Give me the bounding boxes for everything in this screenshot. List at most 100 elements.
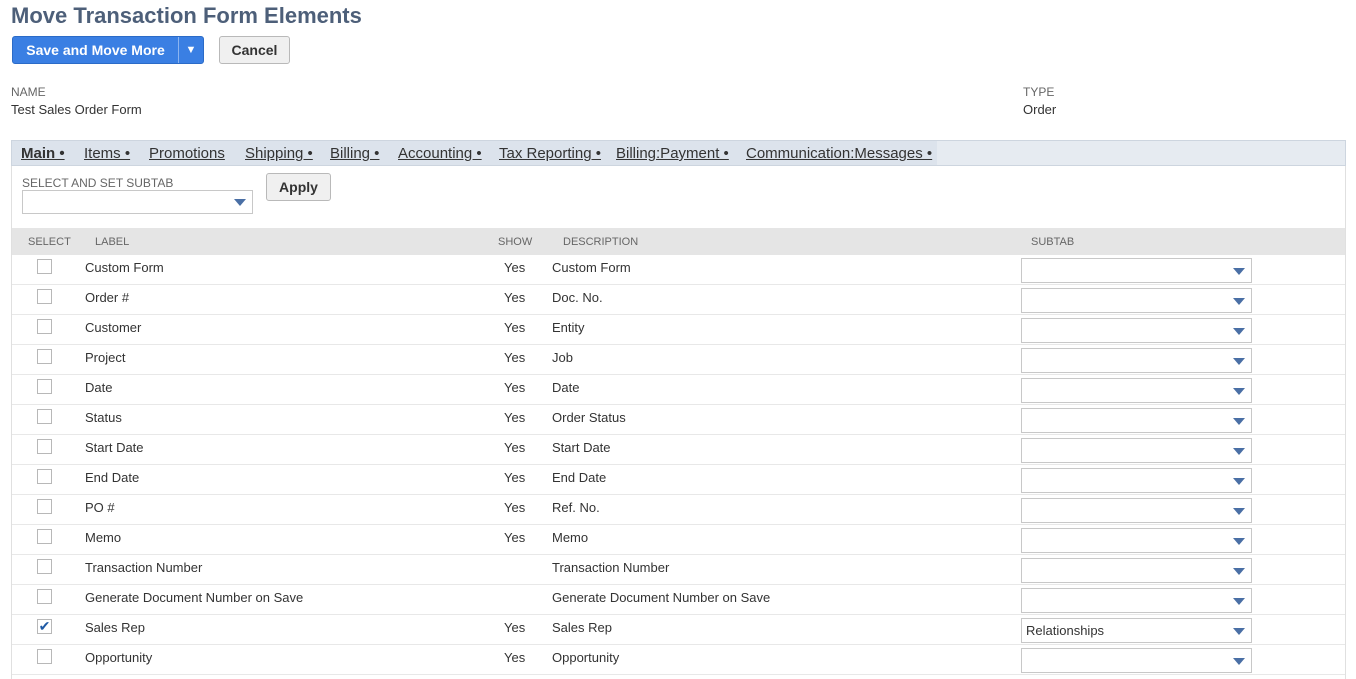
- checkmark-icon: ✔: [38, 618, 51, 634]
- subtab-dropdown[interactable]: Relationships: [1021, 618, 1252, 643]
- header-subtab: SUBTAB: [1031, 236, 1075, 248]
- subtab-dropdown[interactable]: [1021, 588, 1252, 613]
- select-checkbox[interactable]: [37, 319, 52, 334]
- row-description: Opportunity: [552, 650, 620, 665]
- table-row: Customer Yes Entity: [12, 315, 1345, 345]
- subtab-dropdown[interactable]: [1021, 528, 1252, 553]
- tab-accounting[interactable]: Accounting •: [398, 145, 482, 162]
- row-show: Yes: [504, 530, 526, 545]
- chevron-down-icon: [1233, 658, 1245, 665]
- chevron-down-icon: [1233, 328, 1245, 335]
- tab-main[interactable]: Main •: [21, 145, 65, 162]
- tab-billing[interactable]: Billing •: [330, 145, 379, 162]
- subtab-dropdown[interactable]: [1021, 288, 1252, 313]
- row-show: Yes: [504, 320, 526, 335]
- tab-tax-reporting[interactable]: Tax Reporting •: [499, 145, 601, 162]
- chevron-down-icon: [1233, 268, 1245, 275]
- select-subtab-label: SELECT AND SET SUBTAB: [22, 176, 174, 190]
- table-row: End Date Yes End Date: [12, 465, 1345, 495]
- table-row: Status Yes Order Status: [12, 405, 1345, 435]
- row-description: Entity: [552, 320, 585, 335]
- subtab-dropdown[interactable]: [1021, 468, 1252, 493]
- row-label: End Date: [85, 470, 140, 485]
- row-label: Status: [85, 410, 122, 425]
- subtab-dropdown[interactable]: [1021, 258, 1252, 283]
- subtab-dropdown-value: Relationships: [1026, 623, 1105, 638]
- table-row: Custom Form Yes Custom Form: [12, 255, 1345, 285]
- chevron-down-icon: [1233, 448, 1245, 455]
- select-checkbox[interactable]: [37, 409, 52, 424]
- chevron-down-icon: [234, 199, 246, 206]
- row-description: Start Date: [552, 440, 611, 455]
- select-checkbox[interactable]: [37, 529, 52, 544]
- subtab-dropdown[interactable]: [1021, 648, 1252, 673]
- subtab-dropdown[interactable]: [1021, 558, 1252, 583]
- select-checkbox[interactable]: [37, 469, 52, 484]
- header-label: LABEL: [95, 236, 130, 248]
- row-label: Opportunity: [85, 650, 153, 665]
- tab-billing-payment[interactable]: Billing:Payment •: [616, 145, 729, 162]
- page-title: Move Transaction Form Elements: [11, 3, 362, 28]
- table-row: Order # Yes Doc. No.: [12, 285, 1345, 315]
- select-checkbox[interactable]: [37, 499, 52, 514]
- header-description: DESCRIPTION: [563, 236, 639, 248]
- chevron-down-icon: [1233, 388, 1245, 395]
- row-label: Project: [85, 350, 126, 365]
- row-show: Yes: [504, 470, 526, 485]
- row-show: Yes: [504, 500, 526, 515]
- row-description: Order Status: [552, 410, 626, 425]
- row-description: Generate Document Number on Save: [552, 590, 771, 605]
- row-show: Yes: [504, 380, 526, 395]
- subtab-dropdown[interactable]: [1021, 438, 1252, 463]
- subtab-dropdown[interactable]: [1021, 408, 1252, 433]
- table-row: Memo Yes Memo: [12, 525, 1345, 555]
- row-description: End Date: [552, 470, 607, 485]
- chevron-down-icon: [1233, 568, 1245, 575]
- header-select: SELECT: [28, 236, 71, 248]
- save-and-move-more-label[interactable]: Save and Move More: [13, 37, 179, 63]
- table-row: Date Yes Date: [12, 375, 1345, 405]
- save-and-move-more-button[interactable]: Save and Move More ▼: [12, 36, 204, 64]
- name-label: NAME: [11, 85, 46, 99]
- select-subtab-dropdown[interactable]: [22, 190, 253, 214]
- row-label: PO #: [85, 500, 115, 515]
- type-value: Order: [1023, 102, 1057, 117]
- tab-items[interactable]: Items •: [84, 145, 130, 162]
- save-options-dropdown-icon[interactable]: ▼: [179, 37, 203, 63]
- select-checkbox[interactable]: [37, 349, 52, 364]
- chevron-down-icon: [1233, 478, 1245, 485]
- tab-communication-messages[interactable]: Communication:Messages •: [746, 145, 932, 162]
- select-checkbox[interactable]: [37, 379, 52, 394]
- row-label: Memo: [85, 530, 122, 545]
- row-label: Sales Rep: [85, 620, 145, 635]
- row-label: Generate Document Number on Save: [85, 590, 304, 605]
- row-label: Transaction Number: [85, 560, 203, 575]
- row-description: Job: [552, 350, 573, 365]
- tab-promotions[interactable]: Promotions: [149, 145, 225, 162]
- tab-shipping[interactable]: Shipping •: [245, 145, 313, 162]
- select-checkbox[interactable]: ✔: [37, 619, 52, 634]
- table-row: Opportunity Yes Opportunity: [12, 645, 1345, 675]
- row-description: Custom Form: [552, 260, 631, 275]
- subtab-dropdown[interactable]: [1021, 318, 1252, 343]
- apply-button[interactable]: Apply: [266, 173, 331, 201]
- row-description: Ref. No.: [552, 500, 600, 515]
- select-checkbox[interactable]: [37, 649, 52, 664]
- select-checkbox[interactable]: [37, 259, 52, 274]
- subtab-dropdown[interactable]: [1021, 378, 1252, 403]
- select-checkbox[interactable]: [37, 289, 52, 304]
- cancel-button[interactable]: Cancel: [219, 36, 290, 64]
- select-checkbox[interactable]: [37, 589, 52, 604]
- subtab-bar: Main • Items • Promotions Shipping • Bil…: [11, 140, 1346, 166]
- subtab-dropdown[interactable]: [1021, 348, 1252, 373]
- select-checkbox[interactable]: [37, 559, 52, 574]
- row-description: Sales Rep: [552, 620, 612, 635]
- type-label: TYPE: [1023, 85, 1055, 99]
- row-description: Date: [552, 380, 580, 395]
- subtab-dropdown[interactable]: [1021, 498, 1252, 523]
- select-checkbox[interactable]: [37, 439, 52, 454]
- chevron-down-icon: [1233, 358, 1245, 365]
- row-label: Order #: [85, 290, 130, 305]
- table-row: Transaction Number Transaction Number: [12, 555, 1345, 585]
- row-label: Customer: [85, 320, 142, 335]
